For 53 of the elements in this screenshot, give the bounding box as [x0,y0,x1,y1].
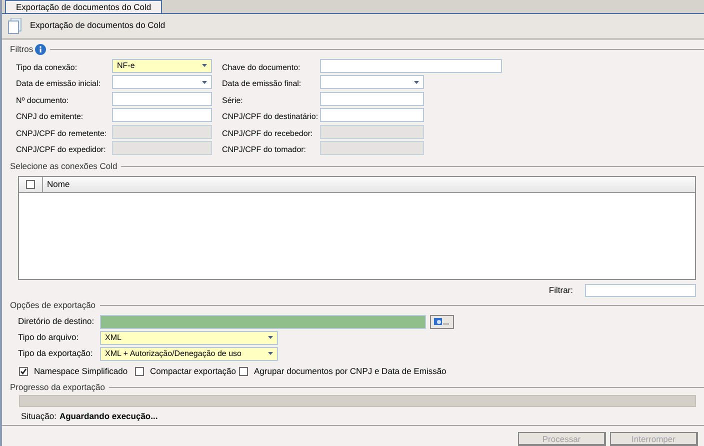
filter-label: Filtrar: [548,284,573,298]
page-title: Exportação de documentos do Cold [30,19,166,32]
checkbox[interactable] [239,367,248,376]
dropdown-arrow-icon [268,352,273,356]
field-label: Diretório de destino: [18,315,96,328]
checkbox[interactable] [19,367,28,376]
document-icon [8,18,22,34]
field-label: CNPJ/CPF do remetente: [16,128,107,138]
section-title: Filtros [10,43,34,56]
field-label: Tipo da conexão: [16,62,78,72]
dropdown-field[interactable]: XML + Autorização/Denegação de uso [100,346,278,361]
field-label: Série: [222,96,243,105]
dropdown-field[interactable]: XML [100,330,278,345]
field-label: Data de emissão final: [222,79,302,88]
input-field[interactable] [320,108,424,122]
checkbox-label: Agrupar documentos por CNPJ e Data de Emissão [254,365,446,378]
info-icon[interactable] [35,44,46,56]
field-label: Tipo da exportação: [18,347,94,360]
status-label: Situação: [21,410,56,422]
dropdown-field[interactable] [320,75,424,90]
field-label: Nº documento: [16,96,69,105]
status-value: Aguardando execução... [59,410,158,422]
field-label: Chave do documento: [222,62,300,72]
field-label: CNPJ do emitente: [16,112,84,122]
dropdown-field[interactable]: NF-e [112,58,212,73]
input-field[interactable] [320,92,424,106]
tab[interactable]: Exportação de documentos do Cold [5,0,162,13]
field-label: CNPJ/CPF do destinatário: [222,112,318,122]
dropdown-arrow-icon [414,80,419,84]
input-field[interactable] [112,92,212,106]
input-field[interactable] [320,58,502,73]
section-title: Opções de exportação [10,299,96,312]
checkbox-label: Compactar exportação [150,365,236,378]
field-label: Data de emissão inicial: [16,79,100,88]
field-label: CNPJ/CPF do recebedor: [222,128,313,138]
checkbox[interactable] [26,180,35,189]
input-field[interactable] [112,108,212,122]
checkbox[interactable] [135,367,144,376]
dropdown-field[interactable] [112,75,212,90]
filter-field[interactable] [585,284,696,298]
folder-search-icon [434,317,450,326]
dropdown-arrow-icon [268,336,273,340]
field-label: CNPJ/CPF do tomador: [222,145,306,154]
input-field[interactable] [100,314,426,329]
checkbox-label: Namespace Simplificado [34,365,128,378]
field-label: Tipo do arquivo: [18,331,80,344]
browse-button[interactable] [430,314,454,329]
field-label: CNPJ/CPF do expedidor: [16,145,106,154]
section-title: Progresso da exportação [10,381,105,394]
column-header[interactable]: Nome [43,176,70,192]
section-title: Selecione as conexões Cold [10,160,118,173]
dropdown-arrow-icon [202,80,207,84]
dropdown-arrow-icon [202,64,207,68]
